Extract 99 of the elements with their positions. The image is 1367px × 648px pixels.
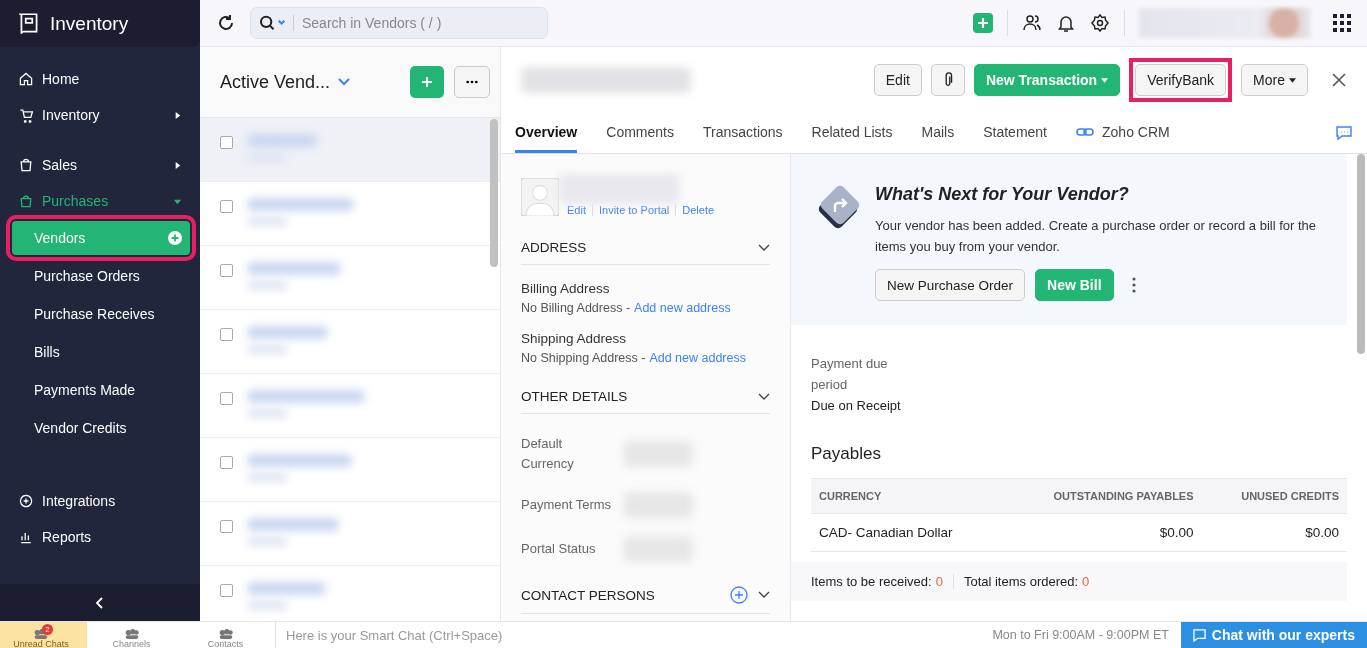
field-value: No Billing Address - bbox=[521, 301, 631, 315]
section-title: Payables bbox=[811, 444, 882, 464]
sidebar-item[interactable]: Inventory bbox=[10, 99, 190, 131]
checkbox[interactable] bbox=[220, 200, 233, 213]
column-header: UNUSED CREDITS bbox=[1201, 478, 1347, 514]
chat-tab[interactable]: Channels bbox=[87, 622, 181, 648]
card-text: Your vendor has been added. Create a purchase order or record a bill for the items you buy from your vendor. bbox=[875, 217, 1318, 256]
sidebar-subitem[interactable]: Payments Made bbox=[12, 373, 190, 407]
app-name: Inventory bbox=[50, 12, 129, 35]
settings-icon[interactable] bbox=[1090, 13, 1110, 33]
field-label: Payment Terms bbox=[521, 496, 613, 514]
field-label: Default Currency bbox=[521, 435, 575, 473]
section-header[interactable]: OTHER DETAILS bbox=[521, 375, 770, 414]
tab[interactable]: Transactions bbox=[702, 113, 783, 153]
toolbar-button[interactable]: More bbox=[1241, 64, 1308, 96]
nav-icon bbox=[18, 193, 34, 209]
scrollbar[interactable] bbox=[1357, 154, 1365, 354]
unread-badge: 2 bbox=[42, 624, 53, 635]
column-header: OUTSTANDING PAYABLES bbox=[1002, 478, 1202, 514]
sidebar-item[interactable]: Reports bbox=[10, 521, 190, 553]
checkbox[interactable] bbox=[220, 264, 233, 277]
field-label: Billing Address bbox=[521, 281, 611, 296]
comment-icon[interactable] bbox=[1335, 125, 1353, 141]
vendor-row[interactable] bbox=[200, 118, 500, 182]
chat-icon bbox=[1192, 628, 1206, 642]
summary-label: Total items ordered: bbox=[963, 574, 1079, 589]
more-button[interactable] bbox=[454, 66, 490, 98]
list-title[interactable]: Active Vend... bbox=[220, 71, 331, 93]
tab[interactable]: Statement bbox=[983, 113, 1047, 153]
toolbar-button[interactable]: VerifyBank bbox=[1135, 64, 1227, 96]
checkbox[interactable] bbox=[220, 456, 233, 469]
tab[interactable]: Mails bbox=[921, 113, 955, 153]
plus-icon bbox=[421, 76, 433, 88]
sidebar-subitem[interactable]: Bills bbox=[12, 335, 190, 369]
smart-chat-bar[interactable]: Here is your Smart Chat (Ctrl+Space) bbox=[275, 622, 993, 648]
action-button[interactable]: New Purchase Order bbox=[875, 269, 1026, 301]
tab[interactable]: Comments bbox=[606, 113, 674, 153]
people-icon[interactable] bbox=[1022, 13, 1042, 33]
checkbox[interactable] bbox=[220, 584, 233, 597]
add-button[interactable] bbox=[410, 66, 444, 98]
table-cell: $0.00 bbox=[1201, 513, 1347, 552]
chat-tab[interactable]: Contacts bbox=[181, 622, 275, 648]
section-header[interactable]: CONTACT PERSONS bbox=[521, 572, 770, 614]
summary-value: 0 bbox=[935, 574, 943, 589]
search-bar[interactable]: Search in Vendors ( / ) bbox=[250, 7, 548, 39]
scrollbar[interactable] bbox=[490, 119, 498, 267]
sidebar-subitem[interactable]: Purchase Orders bbox=[12, 259, 190, 293]
card-title: What's Next for Your Vendor? bbox=[875, 184, 1130, 205]
sidebar-subitem[interactable]: Vendor Credits bbox=[12, 411, 190, 445]
summary-label: Items to be received: bbox=[811, 574, 932, 589]
redacted-text bbox=[247, 134, 317, 147]
checkbox[interactable] bbox=[220, 328, 233, 341]
field-label: Shipping Address bbox=[521, 331, 628, 346]
sidebar-item[interactable]: Purchases bbox=[10, 185, 190, 217]
summary-value: 0 bbox=[1082, 574, 1090, 589]
search-icon[interactable] bbox=[259, 15, 294, 31]
profile-link[interactable]: Delete bbox=[675, 204, 721, 216]
field-label: Payment due period bbox=[811, 355, 889, 394]
checkbox[interactable] bbox=[220, 520, 233, 533]
field-value: Due on Receipt bbox=[811, 397, 902, 415]
add-icon[interactable] bbox=[973, 13, 993, 33]
sidebar-item[interactable]: Sales bbox=[10, 149, 190, 181]
close-icon[interactable] bbox=[1331, 72, 1347, 88]
column-header: CURRENCY bbox=[811, 478, 1003, 514]
sidebar-subitem[interactable]: Purchase Receives bbox=[12, 297, 190, 331]
table-cell: CAD- Canadian Dollar bbox=[811, 513, 1003, 552]
table-cell: $0.00 bbox=[1002, 513, 1202, 552]
nav-icon bbox=[18, 157, 34, 173]
add-icon[interactable] bbox=[730, 586, 748, 604]
section-header[interactable]: ADDRESS bbox=[521, 226, 770, 265]
field-value: No Shipping Address - bbox=[521, 351, 646, 365]
tab[interactable]: Zoho CRM bbox=[1076, 113, 1170, 153]
field-label: Portal Status bbox=[521, 540, 597, 558]
sidebar-item[interactable]: Integrations bbox=[10, 485, 190, 517]
nav-icon bbox=[18, 493, 34, 509]
chat-tab[interactable]: 2 Unread Chats bbox=[0, 622, 87, 648]
toolbar-button[interactable]: Edit bbox=[873, 64, 922, 96]
tab[interactable]: Related Lists bbox=[811, 113, 893, 153]
notification-icon[interactable] bbox=[1056, 13, 1076, 33]
nav-icon bbox=[18, 107, 34, 123]
search-field[interactable]: Search in Vendors ( / ) bbox=[300, 14, 539, 32]
collapse-icon[interactable] bbox=[95, 595, 105, 610]
avatar bbox=[521, 178, 559, 216]
redacted-user[interactable] bbox=[1139, 8, 1311, 38]
sidebar-item[interactable]: Home bbox=[10, 63, 190, 95]
add-address-link[interactable]: Add new address bbox=[634, 301, 731, 315]
kebab-icon[interactable] bbox=[1131, 277, 1136, 293]
link-icon bbox=[1076, 126, 1094, 137]
apps-icon[interactable] bbox=[1333, 14, 1351, 32]
attach-button[interactable] bbox=[930, 64, 965, 96]
add-address-link[interactable]: Add new address bbox=[649, 351, 746, 365]
dropdown-icon[interactable] bbox=[338, 78, 351, 86]
refresh-icon[interactable] bbox=[216, 13, 236, 33]
checkbox[interactable] bbox=[220, 392, 233, 405]
smart-chat-field[interactable]: Here is your Smart Chat (Ctrl+Space) bbox=[284, 626, 993, 644]
add-icon[interactable] bbox=[168, 231, 182, 245]
support-hours: Mon to Fri 9:00AM - 9:00PM ET bbox=[992, 628, 1170, 642]
checkbox[interactable] bbox=[220, 136, 233, 149]
nav-icon bbox=[18, 71, 34, 87]
